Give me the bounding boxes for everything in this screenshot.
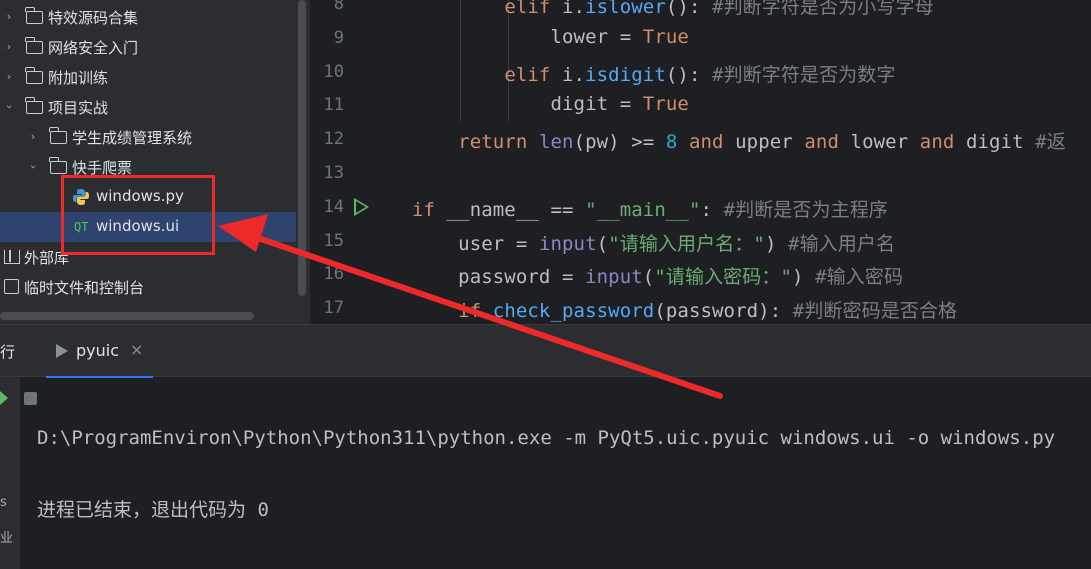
chevron-right-icon[interactable]: › bbox=[4, 71, 14, 82]
line-number: 9 bbox=[333, 27, 344, 48]
line-number: 8 bbox=[333, 0, 344, 14]
tree-item-effects-sources[interactable]: › 特效源码合集 bbox=[0, 2, 296, 32]
folder-icon bbox=[25, 37, 43, 54]
run-tab-bar: 运行 pyuic × bbox=[0, 325, 1091, 378]
code-line: elif i.isdigit(): #判断字符是否为数字 bbox=[504, 63, 896, 86]
folder-icon bbox=[25, 7, 43, 24]
chevron-right-icon[interactable]: › bbox=[28, 131, 38, 142]
code-line: elif i.islower(): #判断字符是否为小写字母 bbox=[504, 0, 934, 18]
project-tree: › 特效源码合集 › 网络安全入门 › 附加训练 › 项目实战 › 学生成绩管理… bbox=[0, 0, 310, 324]
scratch-file-icon bbox=[4, 279, 19, 294]
code-editor[interactable]: 8 elif i.islower(): #判断字符是否为小写字母 9 lower … bbox=[310, 0, 1091, 324]
folder-icon bbox=[49, 127, 67, 144]
chevron-right-icon[interactable]: › bbox=[4, 41, 14, 52]
tab-label: pyuic bbox=[76, 341, 120, 360]
run-window-title: 运行 bbox=[0, 343, 16, 361]
chevron-down-icon[interactable]: › bbox=[27, 162, 40, 172]
tree-item-label: 特效源码合集 bbox=[48, 9, 139, 27]
console-line-command: D:\ProgramEnviron\Python\Python311\pytho… bbox=[37, 427, 1056, 449]
console-output[interactable]: D:\ProgramEnviron\Python\Python311\pytho… bbox=[20, 420, 1091, 569]
code-line: lower = True bbox=[412, 25, 689, 48]
line-number: 17 bbox=[323, 298, 344, 319]
code-line: if __name__ == "__main__": #判断是否为主程序 bbox=[412, 198, 888, 221]
run-icon[interactable] bbox=[354, 198, 369, 216]
stop-icon[interactable] bbox=[24, 392, 37, 405]
tree-item-label: 临时文件和控制台 bbox=[24, 279, 145, 297]
annotation-highlight-box bbox=[61, 175, 215, 255]
tree-item-network-security[interactable]: › 网络安全入门 bbox=[0, 32, 296, 62]
side-toolbar-glyph[interactable]: 业 bbox=[0, 527, 13, 546]
close-icon[interactable]: × bbox=[130, 340, 143, 359]
active-tab-indicator bbox=[46, 376, 153, 378]
code-line: return len(pw) >= 8 and upper and lower … bbox=[458, 131, 1066, 154]
tree-item-student-grades[interactable]: › 学生成绩管理系统 bbox=[0, 122, 296, 152]
tree-item-label: 学生成绩管理系统 bbox=[72, 129, 193, 147]
code-line: if check_password(password): #判断密码是否合格 bbox=[458, 300, 958, 323]
line-number: 10 bbox=[323, 61, 344, 82]
side-toolbar-glyph[interactable]: s bbox=[0, 495, 7, 510]
run-side-toolbar: s 业 bbox=[0, 377, 20, 569]
tree-item-label: 附加训练 bbox=[48, 69, 109, 87]
line-number: 12 bbox=[323, 129, 344, 150]
line-number: 16 bbox=[323, 264, 344, 285]
chevron-right-icon[interactable]: › bbox=[4, 11, 14, 22]
tree-item-label: 项目实战 bbox=[48, 99, 109, 117]
rerun-icon[interactable] bbox=[0, 391, 8, 405]
tree-item-projects[interactable]: › 项目实战 bbox=[0, 92, 296, 122]
line-number: 14 bbox=[323, 196, 344, 217]
tree-vertical-scrollbar[interactable] bbox=[298, 0, 306, 296]
library-icon bbox=[4, 250, 20, 264]
folder-icon bbox=[25, 97, 43, 114]
play-icon bbox=[56, 344, 68, 358]
code-line: user = input("请输入用户名：") #输入用户名 bbox=[412, 232, 896, 255]
code-line: digit = True bbox=[412, 93, 689, 116]
run-tool-window: 运行 pyuic × s 业 D:\ProgramEnviron\Python\… bbox=[0, 324, 1091, 569]
folder-icon bbox=[49, 157, 67, 174]
tree-item-extra-training[interactable]: › 附加训练 bbox=[0, 62, 296, 92]
console-line-exit: 进程已结束，退出代码为 0 bbox=[37, 499, 269, 521]
line-number: 13 bbox=[323, 163, 344, 183]
tree-item-scratches[interactable]: 临时文件和控制台 bbox=[0, 272, 296, 302]
tree-item-label: 网络安全入门 bbox=[48, 39, 139, 57]
line-number: 11 bbox=[323, 95, 344, 116]
chevron-down-icon[interactable]: › bbox=[3, 102, 16, 112]
tab-pyuic[interactable]: pyuic × bbox=[46, 325, 153, 378]
folder-icon bbox=[25, 67, 43, 84]
tree-horizontal-scrollbar[interactable] bbox=[0, 312, 254, 320]
line-number: 15 bbox=[323, 230, 344, 251]
code-line: password = input("请输入密码：") #输入密码 bbox=[412, 266, 904, 289]
